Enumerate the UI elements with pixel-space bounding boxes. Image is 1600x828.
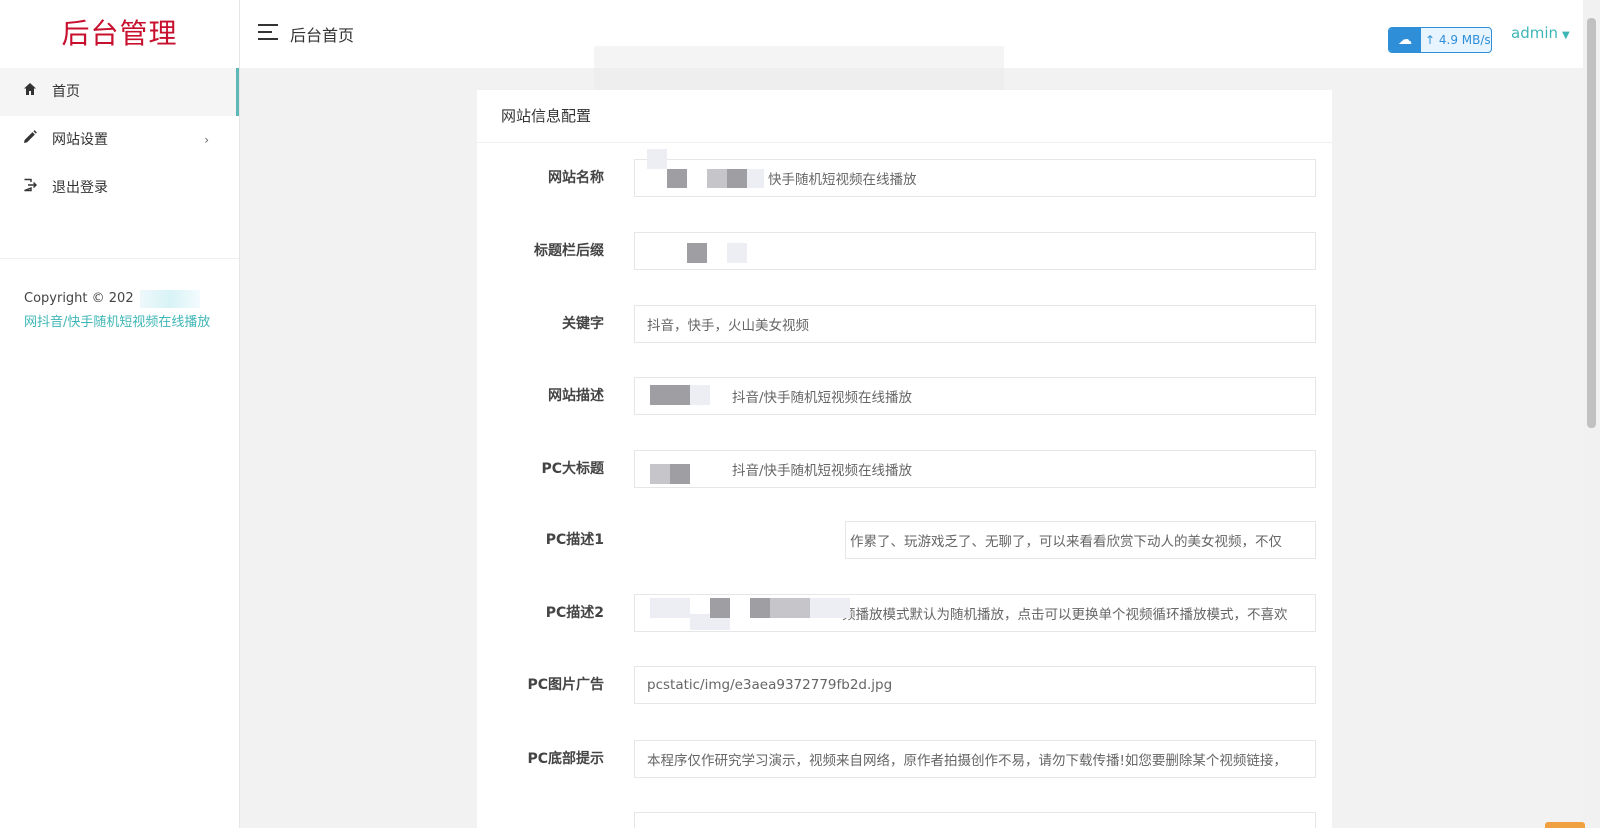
field-label: 网站名称: [548, 170, 604, 186]
form-row-site-name: 网站名称: [477, 149, 1332, 197]
card-title: 网站信息配置: [477, 90, 1332, 143]
menu-toggle-icon[interactable]: [258, 24, 278, 40]
form-row-keywords: 关键字: [477, 305, 1332, 343]
user-menu[interactable]: admin ▼: [1511, 24, 1570, 42]
keywords-input[interactable]: [634, 305, 1316, 343]
redacted-mosaic: [670, 464, 690, 484]
redacted-mosaic: [139, 289, 200, 308]
breadcrumb: 后台首页: [290, 26, 355, 45]
field-label: PC图片广告: [527, 677, 604, 693]
pc-description-1-input[interactable]: [845, 521, 1316, 559]
redacted-mosaic: [707, 169, 727, 188]
copyright-block: Copyright © 202 网抖音/快手随机短视频在线播放: [0, 259, 239, 335]
site-description-input[interactable]: [634, 377, 1316, 415]
redacted-mosaic: [650, 385, 690, 405]
pc-footer-tip-input[interactable]: [634, 740, 1316, 778]
speed-value: ↑ 4.9 MB/s: [1425, 33, 1491, 47]
site-config-card: 网站信息配置 网站名称 标题栏后缀 关键字 网站描述 PC: [477, 90, 1332, 828]
cloud-icon: ☁: [1389, 28, 1421, 52]
redacted-mosaic: [650, 464, 670, 484]
sidebar-item-label: 退出登录: [52, 180, 108, 196]
form-row-next: [477, 812, 1332, 828]
sidebar-item-home[interactable]: 首页: [0, 68, 239, 116]
redacted-mosaic: [667, 169, 687, 188]
home-icon: [22, 68, 38, 116]
sidebar-item-site-settings[interactable]: 网站设置 ›: [0, 116, 239, 164]
main-content: 网站信息配置 网站名称 标题栏后缀 关键字 网站描述 PC: [240, 68, 1583, 828]
caret-down-icon: ▼: [1562, 30, 1570, 41]
username: admin: [1511, 24, 1558, 42]
pc-title-input[interactable]: [634, 450, 1316, 488]
redacted-mosaic: [687, 243, 707, 263]
network-speed-badge[interactable]: ☁ ↑ 4.9 MB/s: [1388, 27, 1492, 53]
field-label: PC底部提示: [527, 751, 604, 767]
field-label: PC描述2: [545, 605, 604, 621]
redacted-mosaic: [727, 243, 747, 263]
field-label: 标题栏后缀: [534, 243, 604, 259]
redacted-mosaic: [750, 598, 770, 618]
copyright-text: Copyright © 202: [24, 291, 134, 306]
sidebar-item-label: 首页: [52, 84, 80, 100]
sidebar-item-label: 网站设置: [52, 132, 108, 148]
sidebar-nav: 首页 网站设置 › 退出登录: [0, 68, 239, 212]
chevron-right-icon: ›: [204, 133, 209, 147]
pc-description-2-input[interactable]: [634, 594, 1316, 632]
redacted-mosaic: [810, 598, 850, 618]
scrollbar-thumb[interactable]: [1587, 18, 1596, 428]
form-row-title-suffix: 标题栏后缀: [477, 232, 1332, 270]
field-label: PC描述1: [545, 532, 604, 548]
form-row-pc-image-ad: PC图片广告: [477, 666, 1332, 704]
form-row-pc-description-1: PC描述1: [477, 521, 1332, 559]
redacted-mosaic: [647, 149, 667, 169]
sidebar: 后台管理 首页 网站设置 › 退出登录 Copyright © 202 网抖音/…: [0, 0, 240, 828]
corner-tab[interactable]: [1545, 822, 1585, 828]
page-scrollbar[interactable]: [1583, 0, 1600, 828]
sidebar-item-logout[interactable]: 退出登录: [0, 164, 239, 212]
app-logo[interactable]: 后台管理: [0, 0, 239, 68]
logout-icon: [22, 164, 38, 212]
redacted-mosaic: [650, 598, 690, 618]
next-input-partial[interactable]: [634, 812, 1316, 828]
form-row-pc-footer-tip: PC底部提示: [477, 740, 1332, 778]
pc-image-ad-input[interactable]: [634, 666, 1316, 704]
field-label: 关键字: [562, 316, 604, 332]
redacted-mosaic: [770, 598, 810, 618]
site-link[interactable]: 网抖音/快手随机短视频在线播放: [24, 311, 239, 335]
redacted-mosaic: [690, 385, 710, 405]
redacted-mosaic: [710, 598, 730, 618]
redacted-mosaic: [747, 169, 764, 188]
pencil-icon: [22, 116, 38, 164]
redacted-mosaic: [727, 169, 747, 188]
field-label: PC大标题: [541, 461, 604, 477]
form-row-pc-title: PC大标题: [477, 450, 1332, 488]
field-label: 网站描述: [548, 388, 604, 404]
form-row-site-description: 网站描述: [477, 377, 1332, 415]
form-row-pc-description-2: PC描述2: [477, 594, 1332, 632]
